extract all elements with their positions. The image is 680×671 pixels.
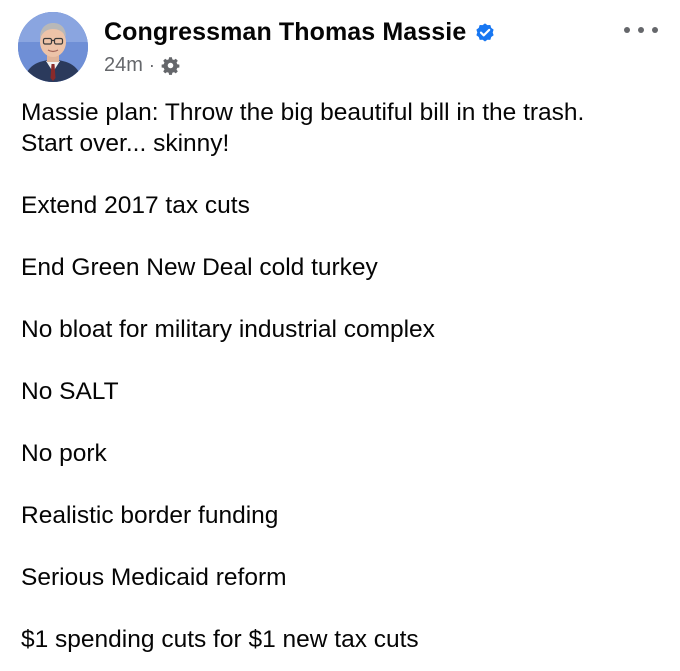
verified-badge-icon [474,22,496,44]
plan-item-text: No bloat for military industrial complex [21,316,435,343]
post-intro-line: Massie plan: Throw the big beautiful bil… [21,99,585,126]
post-body: Massie plan: Throw the big beautiful bil… [21,97,671,655]
more-options-icon[interactable] [624,20,658,40]
plan-item: No SALT [21,376,671,407]
plan-item: $1 spending cuts for $1 new tax cuts [21,624,671,655]
plan-item-text: No pork [21,440,107,467]
post-intro: Massie plan: Throw the big beautiful bil… [21,97,671,159]
more-dot [624,27,630,33]
plan-item-text: End Green New Deal cold turkey [21,254,378,281]
more-dot [652,27,658,33]
meta-separator: · [148,55,155,75]
post-meta: 24m · [104,54,180,77]
plan-item: End Green New Deal cold turkey [21,252,671,283]
author-row: Congressman Thomas Massie [104,18,496,47]
plan-item: Serious Medicaid reform [21,562,671,593]
author-avatar[interactable] [18,12,88,82]
plan-item-text: Realistic border funding [21,502,279,529]
plan-item: Extend 2017 tax cuts [21,190,671,221]
facebook-post: Congressman Thomas Massie 24m · Massie p… [0,0,680,671]
plan-item-text: $1 spending cuts for $1 new tax cuts [21,626,419,653]
author-name[interactable]: Congressman Thomas Massie [104,18,466,47]
plan-item: No pork [21,438,671,469]
post-intro-line: Start over... skinny! [21,130,230,157]
plan-item: No bloat for military industrial complex [21,314,671,345]
post-timestamp[interactable]: 24m [104,54,143,77]
more-dot [638,27,644,33]
gear-icon[interactable] [161,56,180,75]
plan-item-text: Serious Medicaid reform [21,564,287,591]
avatar-image [18,12,88,82]
plan-item: Realistic border funding [21,500,671,531]
plan-item-text: No SALT [21,378,119,405]
plan-item-text: Extend 2017 tax cuts [21,192,250,219]
